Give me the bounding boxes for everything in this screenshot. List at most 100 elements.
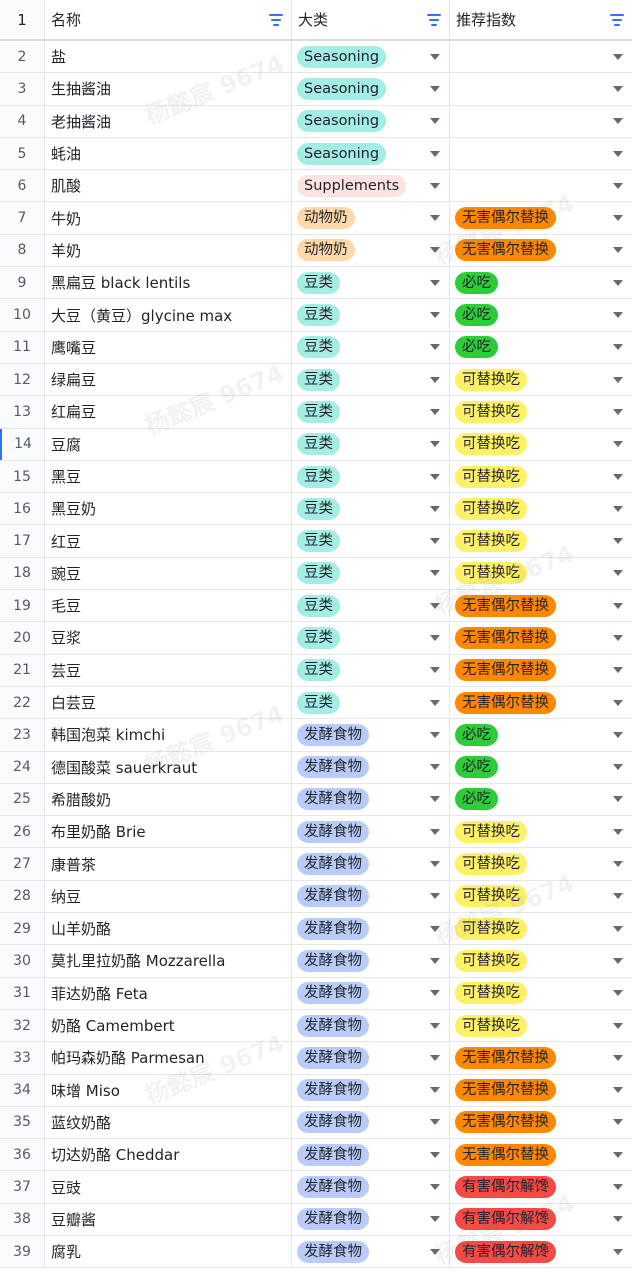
recommend-cell[interactable]: 无害偶尔替换: [450, 655, 632, 686]
table-row[interactable]: 39 腐乳 发酵食物 有害偶尔解馋: [0, 1235, 632, 1269]
chevron-down-icon[interactable]: [430, 441, 440, 448]
row-number[interactable]: 20: [0, 622, 45, 654]
row-number[interactable]: 12: [0, 363, 45, 396]
name-cell[interactable]: 帕玛森奶酪 Parmesan: [45, 1042, 292, 1074]
table-row[interactable]: 36 切达奶酪 Cheddar 发酵食物 无害偶尔替换: [0, 1139, 632, 1172]
table-row[interactable]: 25 希腊酸奶 发酵食物 必吃: [0, 783, 632, 817]
category-cell[interactable]: 豆类: [292, 654, 450, 686]
chevron-down-icon[interactable]: [430, 182, 440, 189]
chevron-down-icon[interactable]: [430, 861, 440, 868]
row-number[interactable]: 27: [0, 848, 45, 880]
category-cell[interactable]: Supplements: [292, 170, 450, 202]
table-row[interactable]: 27 康普茶 发酵食物 可替换吃: [0, 848, 632, 881]
row-number[interactable]: 29: [0, 913, 45, 945]
chevron-down-icon[interactable]: [613, 85, 623, 92]
name-cell[interactable]: 山羊奶酪: [45, 913, 292, 945]
row-number[interactable]: 18: [0, 557, 45, 590]
table-row[interactable]: 32 奶酪 Camembert 发酵食物 可替换吃: [0, 1009, 632, 1043]
name-cell[interactable]: 希腊酸奶: [45, 783, 292, 816]
name-cell[interactable]: 奶酪 Camembert: [45, 1009, 292, 1042]
chevron-down-icon[interactable]: [430, 667, 440, 674]
row-number[interactable]: 32: [0, 1009, 45, 1042]
row-number[interactable]: 4: [0, 105, 45, 137]
table-row[interactable]: 3 生抽酱油 Seasoning: [0, 73, 632, 106]
row-number[interactable]: 9: [0, 267, 45, 299]
chevron-down-icon[interactable]: [613, 312, 623, 319]
chevron-down-icon[interactable]: [430, 699, 440, 706]
table-row[interactable]: 9 黑扁豆 black lentils 豆类 必吃: [0, 267, 632, 300]
chevron-down-icon[interactable]: [430, 764, 440, 771]
name-cell[interactable]: 毛豆: [45, 590, 292, 622]
chevron-down-icon[interactable]: [613, 699, 623, 706]
chevron-down-icon[interactable]: [430, 925, 440, 932]
category-cell[interactable]: Seasoning: [292, 73, 450, 105]
category-cell[interactable]: 发酵食物: [292, 1235, 450, 1268]
table-row[interactable]: 12 绿扁豆 豆类 可替换吃: [0, 363, 632, 397]
table-row[interactable]: 13 红扁豆 豆类 可替换吃: [0, 396, 632, 429]
chevron-down-icon[interactable]: [613, 1216, 623, 1223]
name-cell[interactable]: 康普茶: [45, 848, 292, 880]
recommend-cell[interactable]: 必吃: [450, 719, 632, 750]
recommend-cell[interactable]: 可替换吃: [450, 558, 632, 589]
chevron-down-icon[interactable]: [613, 505, 623, 512]
recommend-cell[interactable]: 必吃: [450, 332, 632, 363]
category-cell[interactable]: 发酵食物: [292, 945, 450, 977]
recommend-cell[interactable]: 无害偶尔替换: [450, 590, 632, 621]
chevron-down-icon[interactable]: [613, 893, 623, 900]
name-cell[interactable]: 腐乳: [45, 1235, 292, 1268]
recommend-cell[interactable]: 有害偶尔解馋: [450, 1236, 632, 1267]
table-row[interactable]: 11 鹰嘴豆 豆类 必吃: [0, 331, 632, 364]
table-row[interactable]: 7 牛奶 动物奶 无害偶尔替换: [0, 202, 632, 235]
table-row[interactable]: 8 羊奶 动物奶 无害偶尔替换: [0, 234, 632, 268]
row-number[interactable]: 8: [0, 234, 45, 267]
name-cell[interactable]: 味增 Miso: [45, 1074, 292, 1106]
chevron-down-icon[interactable]: [430, 796, 440, 803]
chevron-down-icon[interactable]: [430, 570, 440, 577]
name-cell[interactable]: 白芸豆: [45, 686, 292, 719]
name-cell[interactable]: 韩国泡菜 kimchi: [45, 719, 292, 751]
row-number[interactable]: 28: [0, 880, 45, 913]
name-cell[interactable]: 芸豆: [45, 654, 292, 686]
chevron-down-icon[interactable]: [430, 118, 440, 125]
recommend-cell[interactable]: 可替换吃: [450, 848, 632, 879]
row-number[interactable]: 6: [0, 170, 45, 202]
category-cell[interactable]: Seasoning: [292, 105, 450, 137]
chevron-down-icon[interactable]: [613, 1119, 623, 1126]
chevron-down-icon[interactable]: [430, 312, 440, 319]
chevron-down-icon[interactable]: [613, 764, 623, 771]
chevron-down-icon[interactable]: [613, 990, 623, 997]
category-cell[interactable]: 豆类: [292, 331, 450, 363]
recommend-cell[interactable]: 无害偶尔替换: [450, 622, 632, 653]
category-cell[interactable]: 豆类: [292, 493, 450, 525]
chevron-down-icon[interactable]: [613, 344, 623, 351]
chevron-down-icon[interactable]: [613, 376, 623, 383]
recommend-cell[interactable]: [450, 41, 632, 72]
table-row[interactable]: 17 红豆 豆类 可替换吃: [0, 525, 632, 558]
name-cell[interactable]: 盐: [45, 41, 292, 73]
chevron-down-icon[interactable]: [613, 182, 623, 189]
name-cell[interactable]: 肌酸: [45, 170, 292, 202]
row-number[interactable]: 5: [0, 137, 45, 170]
table-row[interactable]: 23 韩国泡菜 kimchi 发酵食物 必吃: [0, 719, 632, 752]
recommend-cell[interactable]: 有害偶尔解馋: [450, 1171, 632, 1202]
chevron-down-icon[interactable]: [430, 1054, 440, 1061]
table-row[interactable]: 16 黑豆奶 豆类 可替换吃: [0, 493, 632, 526]
row-number[interactable]: 35: [0, 1106, 45, 1139]
name-cell[interactable]: 切达奶酪 Cheddar: [45, 1139, 292, 1171]
chevron-down-icon[interactable]: [430, 505, 440, 512]
chevron-down-icon[interactable]: [430, 344, 440, 351]
row-number[interactable]: 38: [0, 1203, 45, 1235]
recommend-cell[interactable]: 必吃: [450, 784, 632, 815]
category-cell[interactable]: 豆类: [292, 299, 450, 331]
category-cell[interactable]: 豆类: [292, 363, 450, 396]
name-cell[interactable]: 豌豆: [45, 557, 292, 590]
category-cell[interactable]: 豆类: [292, 428, 450, 460]
name-cell[interactable]: 莫扎里拉奶酪 Mozzarella: [45, 945, 292, 977]
chevron-down-icon[interactable]: [430, 1216, 440, 1223]
category-cell[interactable]: 发酵食物: [292, 1203, 450, 1235]
row-number[interactable]: 19: [0, 590, 45, 622]
table-row[interactable]: 19 毛豆 豆类 无害偶尔替换: [0, 590, 632, 623]
category-cell[interactable]: Seasoning: [292, 137, 450, 170]
recommend-cell[interactable]: 无害偶尔替换: [450, 235, 632, 266]
chevron-down-icon[interactable]: [613, 667, 623, 674]
